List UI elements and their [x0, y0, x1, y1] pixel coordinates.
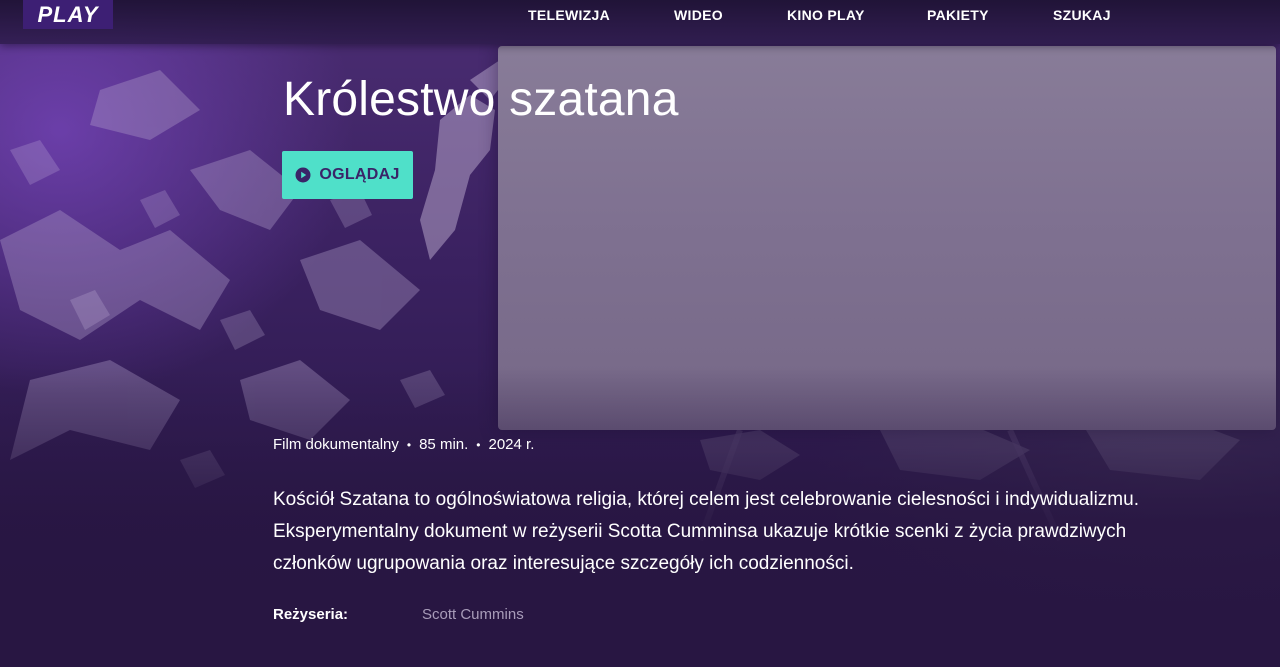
meta-separator: • [406, 437, 412, 452]
nav-item-telewizja[interactable]: TELEWIZJA [528, 7, 610, 23]
top-navigation-bar: PLAY TELEWIZJA WIDEO KINO PLAY PAKIETY S… [0, 0, 1280, 44]
nav-item-kino-play[interactable]: KINO PLAY [787, 7, 865, 23]
movie-title: Królestwo szatana [283, 73, 679, 126]
director-name[interactable]: Scott Cummins [422, 606, 524, 623]
watch-button[interactable]: OGLĄDAJ [282, 151, 413, 199]
director-label: Reżyseria: [273, 606, 349, 623]
meta-separator: • [476, 437, 481, 452]
play-circle-icon [295, 167, 311, 183]
movie-year: 2024 r. [488, 436, 535, 453]
play-logo[interactable]: PLAY [23, 0, 113, 29]
logo-text: PLAY [37, 1, 99, 27]
nav-item-pakiety[interactable]: PAKIETY [927, 7, 989, 23]
watch-button-label: OGLĄDAJ [319, 166, 400, 183]
nav-item-wideo[interactable]: WIDEO [674, 7, 723, 23]
movie-genre: Film dokumentalny [273, 436, 399, 453]
movie-description: Kościół Szatana to ogólnoświatowa religi… [273, 489, 1139, 574]
movie-duration: 85 min. [419, 436, 469, 453]
movie-details: Królestwo szatana OGLĄDAJ Film dokumenta… [0, 0, 1280, 667]
movie-metadata: Film dokumentalny • 85 min. • 2024 r. [273, 436, 534, 453]
nav-item-szukaj[interactable]: SZUKAJ [1053, 7, 1111, 23]
